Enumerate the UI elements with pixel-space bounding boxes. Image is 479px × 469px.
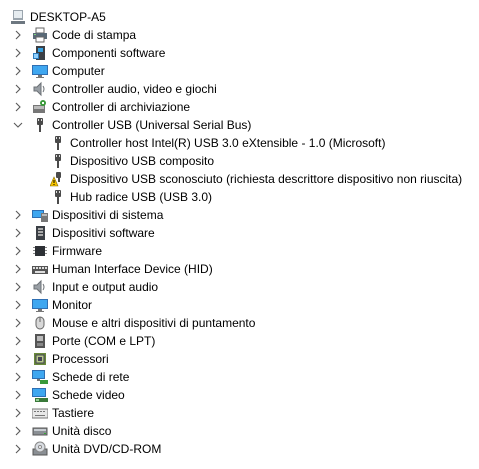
- port-icon: [32, 333, 48, 349]
- tree-category[interactable]: Componenti software: [0, 44, 479, 62]
- usb-icon: [32, 117, 48, 133]
- tree-category[interactable]: Porte (COM e LPT): [0, 332, 479, 350]
- hid-keyboard-icon: [32, 261, 48, 277]
- tree-category-label: Controller USB (Universal Serial Bus): [52, 118, 252, 132]
- tree-category-label: Schede di rete: [52, 370, 130, 384]
- tree-category-label: Firmware: [52, 244, 102, 258]
- tree-category[interactable]: Unità DVD/CD-ROM: [0, 440, 479, 458]
- chevron-right-icon[interactable]: [12, 263, 24, 275]
- dvd-drive-icon: [32, 441, 48, 457]
- system-device-icon: [32, 207, 48, 223]
- chevron-right-icon[interactable]: [12, 299, 24, 311]
- tree-category-label: Monitor: [52, 298, 93, 312]
- chevron-right-icon[interactable]: [12, 389, 24, 401]
- tree-category-label: Schede video: [52, 388, 125, 402]
- tree-root[interactable]: DESKTOP-A5: [0, 8, 479, 26]
- tree-category[interactable]: Tastiere: [0, 404, 479, 422]
- chevron-right-icon[interactable]: [12, 29, 24, 41]
- tree-device[interactable]: Dispositivo USB sconosciuto (richiesta d…: [0, 170, 479, 188]
- tree-category-label: Controller di archiviazione: [52, 100, 191, 114]
- chevron-right-icon[interactable]: [12, 101, 24, 113]
- usb-icon: [50, 189, 66, 205]
- tree-category[interactable]: Firmware: [0, 242, 479, 260]
- tree-category[interactable]: Processori: [0, 350, 479, 368]
- tree-category[interactable]: Schede di rete: [0, 368, 479, 386]
- tree-device[interactable]: Dispositivo USB composito: [0, 152, 479, 170]
- tree-category-label: Unità disco: [52, 424, 112, 438]
- printer-queue-icon: [32, 27, 48, 43]
- software-device-icon: [32, 225, 48, 241]
- tree-category[interactable]: Monitor: [0, 296, 479, 314]
- chevron-right-icon[interactable]: [12, 245, 24, 257]
- tree-category-label: Processori: [52, 352, 109, 366]
- speaker-icon: [32, 279, 48, 295]
- tree-category[interactable]: Controller USB (Universal Serial Bus): [0, 116, 479, 134]
- tree-category[interactable]: Controller di archiviazione: [0, 98, 479, 116]
- usb-warning-icon: [50, 171, 66, 187]
- tree-device-label: Dispositivo USB sconosciuto (richiesta d…: [70, 172, 463, 186]
- tree-category[interactable]: Controller audio, video e giochi: [0, 80, 479, 98]
- chevron-right-icon[interactable]: [12, 353, 24, 365]
- tree-category-label: Dispositivi software: [52, 226, 155, 240]
- tree-category[interactable]: Computer: [0, 62, 479, 80]
- chevron-right-icon[interactable]: [12, 317, 24, 329]
- monitor-icon: [32, 63, 48, 79]
- tree-category-label: Human Interface Device (HID): [52, 262, 213, 276]
- tree-category[interactable]: Input e output audio: [0, 278, 479, 296]
- tree-device[interactable]: Controller host Intel(R) USB 3.0 eXtensi…: [0, 134, 479, 152]
- tree-category-label: Dispositivi di sistema: [52, 208, 164, 222]
- processor-icon: [32, 351, 48, 367]
- chevron-down-icon[interactable]: [12, 119, 24, 131]
- tree-category-label: Computer: [52, 64, 105, 78]
- tree-device-label: Controller host Intel(R) USB 3.0 eXtensi…: [70, 136, 386, 150]
- tree-category[interactable]: Code di stampa: [0, 26, 479, 44]
- chevron-right-icon[interactable]: [12, 425, 24, 437]
- storage-controller-icon: [32, 99, 48, 115]
- tree-category-label: Mouse e altri dispositivi di puntamento: [52, 316, 256, 330]
- tree-category-label: Code di stampa: [52, 28, 137, 42]
- tree-category[interactable]: Human Interface Device (HID): [0, 260, 479, 278]
- computer-icon: [10, 9, 26, 25]
- mouse-icon: [32, 315, 48, 331]
- chevron-right-icon[interactable]: [12, 371, 24, 383]
- firmware-chip-icon: [32, 243, 48, 259]
- tree-category-label: Porte (COM e LPT): [52, 334, 156, 348]
- tree-root-label: DESKTOP-A5: [30, 10, 106, 24]
- tree-category[interactable]: Mouse e altri dispositivi di puntamento: [0, 314, 479, 332]
- chevron-right-icon[interactable]: [12, 209, 24, 221]
- tree-device-label: Hub radice USB (USB 3.0): [70, 190, 213, 204]
- keyboard-icon: [32, 405, 48, 421]
- device-tree: DESKTOP-A5 Code di stampa Componenti softw…: [0, 0, 479, 469]
- chevron-right-icon[interactable]: [12, 227, 24, 239]
- chevron-right-icon[interactable]: [12, 65, 24, 77]
- speaker-icon: [32, 81, 48, 97]
- chevron-right-icon[interactable]: [12, 83, 24, 95]
- monitor-icon: [32, 297, 48, 313]
- usb-icon: [50, 153, 66, 169]
- tree-category-label: Controller audio, video e giochi: [52, 82, 217, 96]
- software-component-icon: [32, 45, 48, 61]
- tree-category-label: Input e output audio: [52, 280, 159, 294]
- network-adapter-icon: [32, 369, 48, 385]
- tree-category-label: Tastiere: [52, 406, 95, 420]
- chevron-right-icon[interactable]: [12, 407, 24, 419]
- chevron-right-icon[interactable]: [12, 47, 24, 59]
- chevron-right-icon[interactable]: [12, 443, 24, 455]
- tree-category-label: Componenti software: [52, 46, 166, 60]
- usb-icon: [50, 135, 66, 151]
- display-adapter-icon: [32, 387, 48, 403]
- tree-device[interactable]: Hub radice USB (USB 3.0): [0, 188, 479, 206]
- disk-drive-icon: [32, 423, 48, 439]
- tree-device-label: Dispositivo USB composito: [70, 154, 215, 168]
- tree-category[interactable]: Schede video: [0, 386, 479, 404]
- tree-category-label: Unità DVD/CD-ROM: [52, 442, 162, 456]
- tree-category[interactable]: Dispositivi di sistema: [0, 206, 479, 224]
- chevron-right-icon[interactable]: [12, 335, 24, 347]
- chevron-right-icon[interactable]: [12, 281, 24, 293]
- tree-category[interactable]: Unità disco: [0, 422, 479, 440]
- tree-category[interactable]: Dispositivi software: [0, 224, 479, 242]
